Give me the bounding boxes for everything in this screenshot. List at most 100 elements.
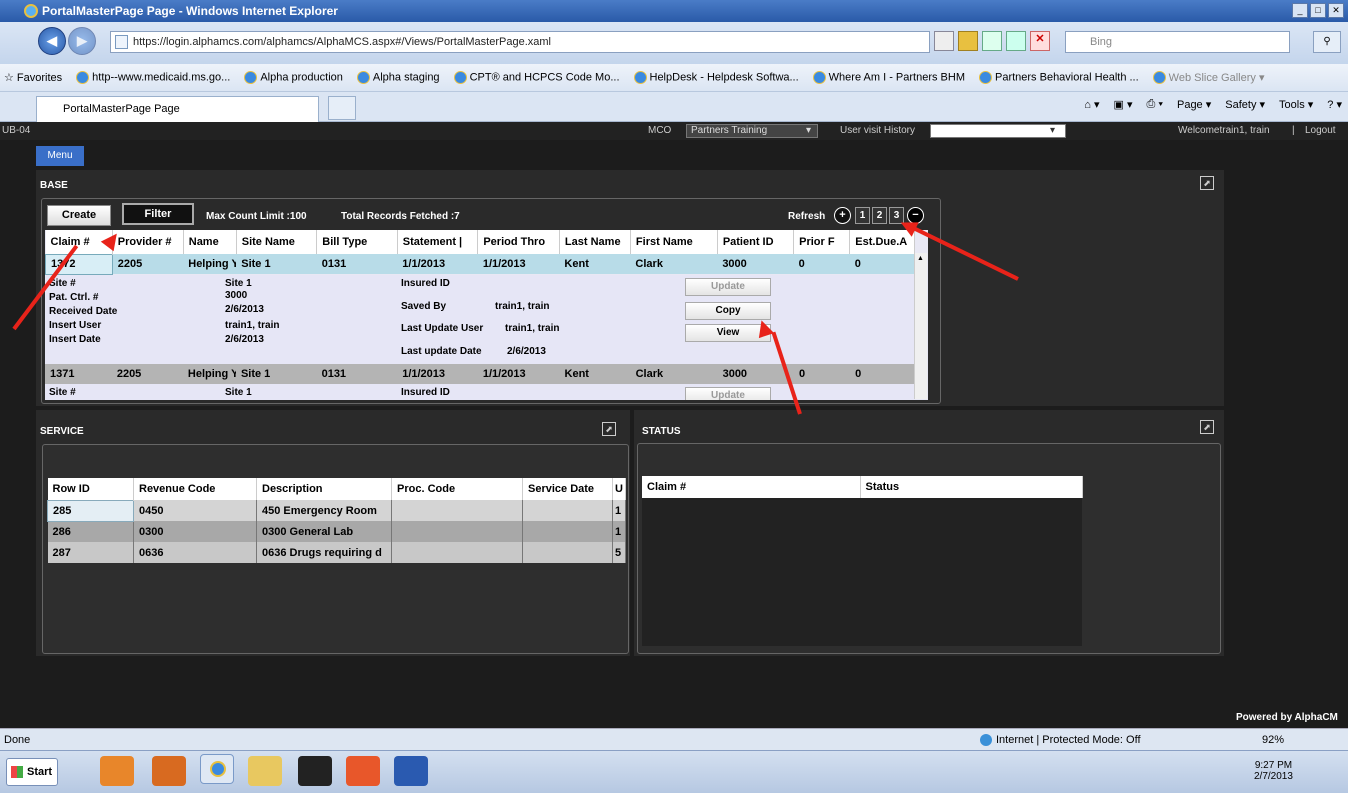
minimize-button[interactable]: _ [1292, 3, 1308, 18]
col-patient-id[interactable]: Patient ID [717, 230, 795, 254]
stop-icon[interactable]: ✕ [1030, 31, 1050, 51]
address-input[interactable]: https://login.alphamcs.com/alphamcs/Alph… [110, 31, 930, 53]
col-claim[interactable]: Claim # [642, 476, 861, 498]
table-row[interactable]: 1372 2205 Helping Yo Site 1 0131 1/1/201… [45, 253, 915, 275]
favorite-link[interactable]: CPT® and HCPCS Code Mo... [453, 71, 620, 84]
office-icon[interactable] [152, 756, 186, 786]
favorite-link[interactable]: Where Am I - Partners BHM [812, 71, 965, 84]
clock[interactable]: 9:27 PM 2/7/2013 [1254, 760, 1293, 782]
cell: 0300 [133, 521, 257, 542]
grid-header-row: Claim # Status [642, 476, 1083, 498]
snagit-icon[interactable] [346, 756, 380, 786]
col-row-id[interactable]: Row ID [47, 478, 134, 500]
feeds-icon[interactable]: ▣ ▾ [1114, 98, 1133, 111]
table-row[interactable]: 287 0636 0636 Drugs requiring d 5 [47, 542, 626, 563]
terminal-icon[interactable] [298, 756, 332, 786]
row-details: Site # Site 1 Insured ID Update [45, 383, 915, 400]
zoom-level[interactable]: 92% [1262, 729, 1284, 751]
new-tab-button[interactable] [328, 96, 356, 120]
favorite-link[interactable]: http--www.medicaid.ms.go... [76, 71, 230, 84]
logout-link[interactable]: Logout [1305, 122, 1336, 140]
mco-select[interactable]: Partners Training ▾ [686, 124, 818, 138]
col-units[interactable]: U [612, 478, 626, 500]
detail-label: Site # [49, 386, 76, 398]
cell [522, 521, 613, 542]
tab-label: PortalMasterPage Page [63, 103, 180, 115]
favorite-link[interactable]: HelpDesk - Helpdesk Softwa... [633, 71, 799, 84]
cell[interactable]: 285 [47, 499, 134, 522]
refresh-icon[interactable] [1006, 31, 1026, 51]
update-button[interactable]: Update [685, 386, 771, 400]
lock-icon[interactable] [958, 31, 978, 51]
history-select[interactable]: ▾ [930, 124, 1066, 138]
detail-value: 2/6/2013 [225, 333, 264, 345]
col-proc-code[interactable]: Proc. Code [391, 478, 523, 500]
refresh-label[interactable]: Refresh [788, 211, 825, 222]
cell[interactable]: 286 [47, 521, 134, 542]
search-icon[interactable]: ⚲ [1313, 31, 1341, 53]
internet-explorer-icon[interactable] [200, 754, 234, 784]
welcome-text: Welcometrain1, train [1178, 125, 1270, 136]
col-prior[interactable]: Prior F [793, 230, 851, 254]
cell[interactable]: 287 [47, 542, 134, 563]
cell: 0131 [316, 254, 398, 274]
filter-button[interactable]: Filter [122, 203, 194, 225]
col-site-name[interactable]: Site Name [236, 230, 318, 254]
page-2-button[interactable]: 2 [872, 207, 887, 224]
col-status[interactable]: Status [860, 476, 1083, 498]
home-icon[interactable]: ⌂ ▾ [1084, 98, 1099, 111]
col-service-date[interactable]: Service Date [522, 478, 613, 500]
outlook-icon[interactable] [100, 756, 134, 786]
cell[interactable]: 1371 [45, 363, 112, 384]
table-row[interactable]: 285 0450 450 Emergency Room 1 [47, 499, 626, 522]
col-period-thru[interactable]: Period Thro [477, 230, 560, 254]
compat-icon[interactable] [982, 31, 1002, 51]
search-input[interactable]: Bing [1065, 31, 1290, 53]
back-button[interactable]: ◀ [38, 27, 66, 55]
forward-button[interactable]: ▶ [68, 27, 96, 55]
favorite-link[interactable]: Partners Behavioral Health ... [978, 71, 1139, 84]
favorite-link[interactable]: Alpha staging [356, 71, 440, 84]
safety-menu[interactable]: Safety ▾ [1225, 98, 1265, 111]
word-icon[interactable] [394, 756, 428, 786]
scroll-up-icon[interactable]: ▲ [917, 255, 924, 262]
grid-scrollbar[interactable]: ▲ [914, 253, 927, 399]
expand-icon[interactable]: ⬈ [1200, 420, 1214, 434]
tab-portal[interactable]: PortalMasterPage Page [36, 96, 319, 122]
cell: Helping Yo [183, 254, 237, 274]
col-name[interactable]: Name [183, 230, 237, 254]
update-button[interactable]: Update [685, 277, 771, 296]
print-icon[interactable]: ⎙ ▾ [1147, 98, 1163, 111]
table-row[interactable]: 286 0300 0300 General Lab 1 [47, 521, 626, 542]
col-provider[interactable]: Provider # [112, 230, 184, 254]
create-button[interactable]: Create [47, 205, 111, 226]
maximize-button[interactable]: □ [1310, 3, 1326, 18]
plus-button[interactable]: + [834, 207, 851, 224]
col-first-name[interactable]: First Name [630, 230, 718, 254]
expand-icon[interactable]: ⬈ [602, 422, 616, 436]
start-button[interactable]: Start [6, 758, 58, 786]
help-icon[interactable]: ? ▾ [1327, 98, 1342, 111]
page-menu[interactable]: Page ▾ [1177, 98, 1211, 111]
expand-icon[interactable]: ⬈ [1200, 176, 1214, 190]
dropdown-icon[interactable] [934, 31, 954, 51]
cell: 1 [612, 500, 626, 521]
close-button[interactable]: ✕ [1328, 3, 1344, 18]
col-revenue-code[interactable]: Revenue Code [133, 478, 257, 500]
tools-menu[interactable]: Tools ▾ [1279, 98, 1313, 111]
cell: 0131 [316, 363, 398, 384]
col-last-name[interactable]: Last Name [559, 230, 631, 254]
favorite-link[interactable]: Alpha production [244, 71, 343, 84]
folder-icon[interactable] [248, 756, 282, 786]
col-bill-type[interactable]: Bill Type [316, 230, 398, 254]
page-1-button[interactable]: 1 [855, 207, 870, 224]
favorite-link[interactable]: Web Slice Gallery ▾ [1152, 71, 1264, 85]
col-statement[interactable]: Statement | [397, 230, 479, 254]
menu-button[interactable]: Menu [36, 146, 84, 166]
globe-icon [980, 734, 992, 746]
col-description[interactable]: Description [256, 478, 392, 500]
detail-value: train1, train [505, 322, 560, 334]
favorites-button[interactable]: ☆ Favorites [4, 71, 62, 84]
zone-text[interactable]: Internet | Protected Mode: Off [996, 729, 1141, 751]
copy-button[interactable]: Copy [685, 301, 771, 320]
